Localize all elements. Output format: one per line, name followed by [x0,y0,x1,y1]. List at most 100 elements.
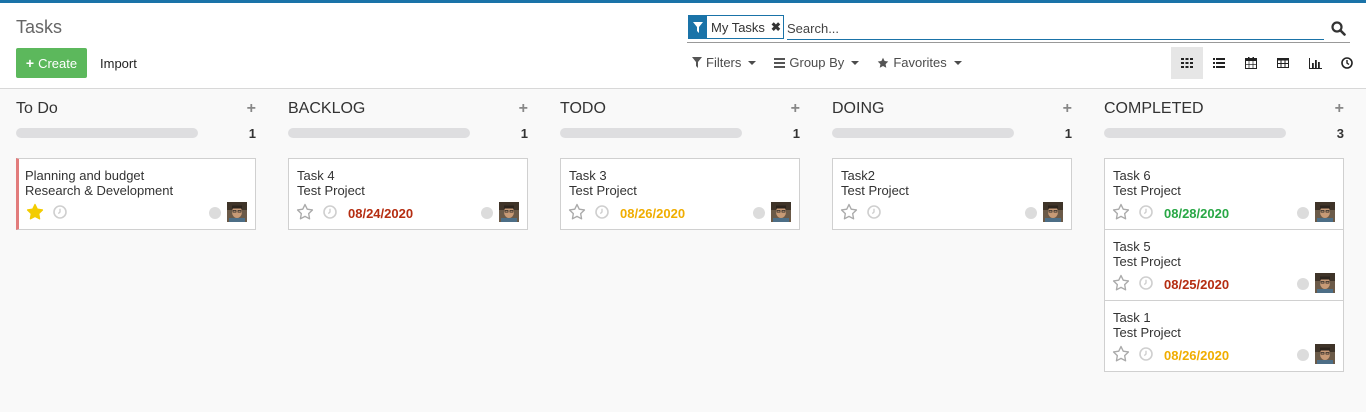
column-header: TODO + [560,100,800,120]
clock-icon[interactable] [1139,205,1153,219]
task-name: Task 1 [1113,310,1151,325]
star-icon[interactable] [296,203,314,221]
column-progress-bar[interactable] [1104,128,1286,138]
task-card[interactable]: Task 5 Test Project 08/25/2020 [1104,229,1344,301]
caret-down-icon [851,60,860,65]
create-button[interactable]: + Create [16,48,87,78]
column-header: BACKLOG + [288,100,528,120]
task-name: Task 4 [297,168,335,183]
avatar[interactable] [499,202,519,222]
avatar[interactable] [227,202,247,222]
card-list: Task 3 Test Project 08/26/2020 [560,158,800,230]
column-progress-bar[interactable] [16,128,198,138]
avatar[interactable] [1315,273,1335,293]
column-title[interactable]: To Do [16,100,58,118]
task-name: Task 5 [1113,239,1151,254]
favorites-label: Favorites [893,55,947,70]
column-title[interactable]: COMPLETED [1104,100,1204,118]
star-icon[interactable] [840,203,858,221]
avatar[interactable] [1043,202,1063,222]
activity-view-icon[interactable] [1331,47,1363,79]
column-header: DOING + [832,100,1072,120]
card-list: Planning and budget Research & Developme… [16,158,256,230]
caret-down-icon [953,60,962,65]
search-facet: My Tasks ✖ [688,15,784,39]
plus-icon: + [25,55,35,71]
status-dot[interactable] [209,207,221,219]
column-title[interactable]: BACKLOG [288,100,365,118]
list-view-icon[interactable] [1203,47,1235,79]
pivot-view-icon[interactable] [1267,47,1299,79]
column-title[interactable]: TODO [560,100,606,118]
column-progress-bar[interactable] [832,128,1014,138]
clock-icon[interactable] [53,205,67,219]
clock-icon[interactable] [867,205,881,219]
task-card[interactable]: Task 1 Test Project 08/26/2020 [1104,300,1344,372]
task-project: Research & Development [25,183,174,198]
avatar[interactable] [1315,344,1335,364]
kanban-view-icon[interactable] [1171,47,1203,79]
column-header: To Do + [16,100,256,120]
filters-dropdown[interactable]: Filters [692,55,757,70]
task-project: Test Project [841,183,909,198]
status-dot[interactable] [1297,349,1309,361]
status-dot[interactable] [753,207,765,219]
status-dot[interactable] [1025,207,1037,219]
clock-icon[interactable] [1139,347,1153,361]
status-dot[interactable] [481,207,493,219]
star-icon[interactable] [568,203,586,221]
groupby-label: Group By [789,55,845,70]
card-list: Task2 Test Project [832,158,1072,230]
task-card[interactable]: Task 4 Test Project 08/24/2020 [288,158,528,230]
task-name: Task 6 [1113,168,1151,183]
filters-label: Filters [706,55,742,70]
plus-icon[interactable]: + [247,100,256,118]
search-bar: My Tasks ✖ [687,15,1350,43]
plus-icon[interactable]: + [791,100,800,118]
status-dot[interactable] [1297,278,1309,290]
facet-remove-icon[interactable]: ✖ [769,16,783,38]
task-project: Test Project [1113,183,1181,198]
bars-icon [774,57,786,68]
search-input[interactable] [787,18,1324,40]
avatar[interactable] [771,202,791,222]
status-dot[interactable] [1297,207,1309,219]
avatar[interactable] [1315,202,1335,222]
column-progress-bar[interactable] [560,128,742,138]
import-button[interactable]: Import [91,48,146,78]
column-header: COMPLETED + [1104,100,1344,120]
plus-icon[interactable]: + [519,100,528,118]
favorites-dropdown[interactable]: Favorites [877,55,962,70]
column-progress-bar[interactable] [288,128,470,138]
task-project: Test Project [1113,254,1181,269]
column-count: 1 [1064,126,1072,141]
plus-icon[interactable]: + [1335,100,1344,118]
star-icon[interactable] [1112,203,1130,221]
calendar-view-icon[interactable] [1235,47,1267,79]
filter-icon [692,57,702,68]
search-options: Filters Group By Favorites [692,55,962,70]
column-title[interactable]: DOING [832,100,884,118]
task-card[interactable]: Planning and budget Research & Developme… [16,158,256,230]
star-icon[interactable] [1112,274,1130,292]
column-count: 1 [520,126,528,141]
task-project: Test Project [1113,325,1181,340]
task-card[interactable]: Task 3 Test Project 08/26/2020 [560,158,800,230]
task-deadline: 08/26/2020 [1164,348,1230,363]
plus-icon[interactable]: + [1063,100,1072,118]
card-list: Task 4 Test Project 08/24/2020 [288,158,528,230]
graph-view-icon[interactable] [1299,47,1331,79]
star-icon[interactable] [1112,345,1130,363]
clock-icon[interactable] [1139,276,1153,290]
groupby-dropdown[interactable]: Group By [774,55,860,70]
clock-icon[interactable] [323,205,337,219]
facet-value: My Tasks [711,19,765,35]
search-icon[interactable] [1329,18,1347,38]
task-deadline: 08/25/2020 [1164,277,1230,292]
task-card[interactable]: Task 6 Test Project 08/28/2020 [1104,158,1344,230]
clock-icon[interactable] [595,205,609,219]
task-project: Test Project [297,183,365,198]
control-panel: Tasks + Create Import My Tasks ✖ Filters… [0,3,1366,89]
task-card[interactable]: Task2 Test Project [832,158,1072,230]
star-icon[interactable] [26,203,44,221]
